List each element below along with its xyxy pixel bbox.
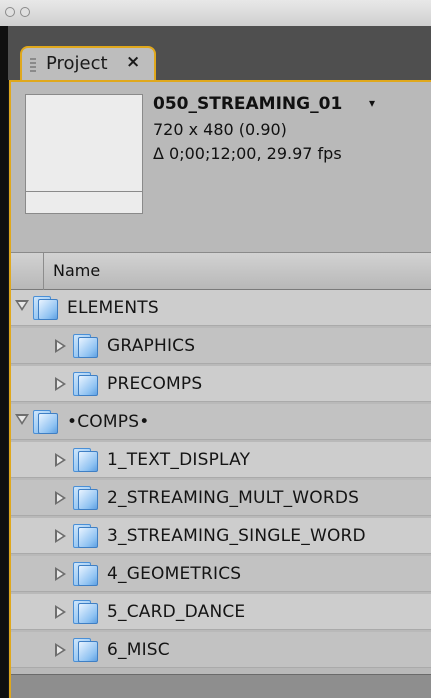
folder-icon — [73, 600, 99, 624]
tree-item-label: 5_CARD_DANCE — [107, 602, 246, 622]
window-minimize-button[interactable] — [20, 7, 30, 17]
folder-icon — [73, 486, 99, 510]
folder-icon — [33, 410, 59, 434]
tree-subfolder-row[interactable]: 4_GEOMETRICS — [11, 556, 431, 592]
tree-item-label: 6_MISC — [107, 640, 170, 660]
panel-grip-icon[interactable] — [30, 58, 36, 74]
tree-subfolder-row[interactable]: 2_STREAMING_MULT_WORDS — [11, 480, 431, 516]
composition-dropdown-icon[interactable]: ▾ — [369, 96, 375, 110]
tree-item-label: 3_STREAMING_SINGLE_WORD — [107, 526, 366, 546]
tree-item-label: 4_GEOMETRICS — [107, 564, 242, 584]
list-header[interactable]: Name — [11, 252, 431, 290]
folder-icon — [73, 334, 99, 358]
folder-icon — [73, 372, 99, 396]
window-close-button[interactable] — [5, 7, 15, 17]
tree-subfolder-row[interactable]: 1_TEXT_DISPLAY — [11, 442, 431, 478]
expand-triangle-down-icon[interactable] — [15, 414, 29, 425]
expand-triangle-right-icon[interactable] — [55, 453, 66, 467]
composition-name: 050_STREAMING_01 — [153, 94, 343, 114]
tree-item-label: ELEMENTS — [67, 298, 159, 318]
folder-icon — [73, 562, 99, 586]
folder-icon — [73, 638, 99, 662]
folder-icon — [73, 524, 99, 548]
tree-subfolder-row[interactable]: GRAPHICS — [11, 328, 431, 364]
expand-triangle-down-icon[interactable] — [15, 300, 29, 311]
expand-triangle-right-icon[interactable] — [55, 643, 66, 657]
window-titlebar — [0, 0, 431, 27]
tree-item-label: 1_TEXT_DISPLAY — [107, 450, 251, 470]
expand-triangle-right-icon[interactable] — [55, 339, 66, 353]
expand-triangle-right-icon[interactable] — [55, 529, 66, 543]
tree-item-label: GRAPHICS — [107, 336, 196, 356]
tree-item-label: PRECOMPS — [107, 374, 203, 394]
folder-icon — [33, 296, 59, 320]
tree-subfolder-row[interactable]: 5_CARD_DANCE — [11, 594, 431, 630]
window-left-edge — [0, 26, 8, 698]
tree-folder-row[interactable]: ELEMENTS — [11, 290, 431, 326]
tab-close-icon[interactable]: × — [126, 52, 140, 72]
tree-item-label: •COMPS• — [67, 412, 150, 432]
project-panel: 050_STREAMING_01 ▾ 720 x 480 (0.90) Δ 0;… — [9, 80, 431, 698]
tab-project[interactable]: Project × — [20, 46, 156, 82]
tree-subfolder-row[interactable]: PRECOMPS — [11, 366, 431, 402]
panel-bottom-bar — [11, 674, 431, 698]
expand-triangle-right-icon[interactable] — [55, 377, 66, 391]
tree-subfolder-row[interactable]: 3_STREAMING_SINGLE_WORD — [11, 518, 431, 554]
composition-duration: Δ 0;00;12;00, 29.97 fps — [153, 144, 342, 163]
expand-triangle-right-icon[interactable] — [55, 567, 66, 581]
column-header-name[interactable]: Name — [53, 261, 100, 280]
tab-project-label: Project — [46, 53, 108, 74]
tree-subfolder-row[interactable]: 6_MISC — [11, 632, 431, 668]
composition-size: 720 x 480 (0.90) — [153, 120, 287, 139]
expand-triangle-right-icon[interactable] — [55, 605, 66, 619]
expand-triangle-right-icon[interactable] — [55, 491, 66, 505]
tree-item-label: 2_STREAMING_MULT_WORDS — [107, 488, 360, 508]
composition-thumbnail — [25, 94, 143, 214]
folder-icon — [73, 448, 99, 472]
tree-folder-row[interactable]: •COMPS• — [11, 404, 431, 440]
